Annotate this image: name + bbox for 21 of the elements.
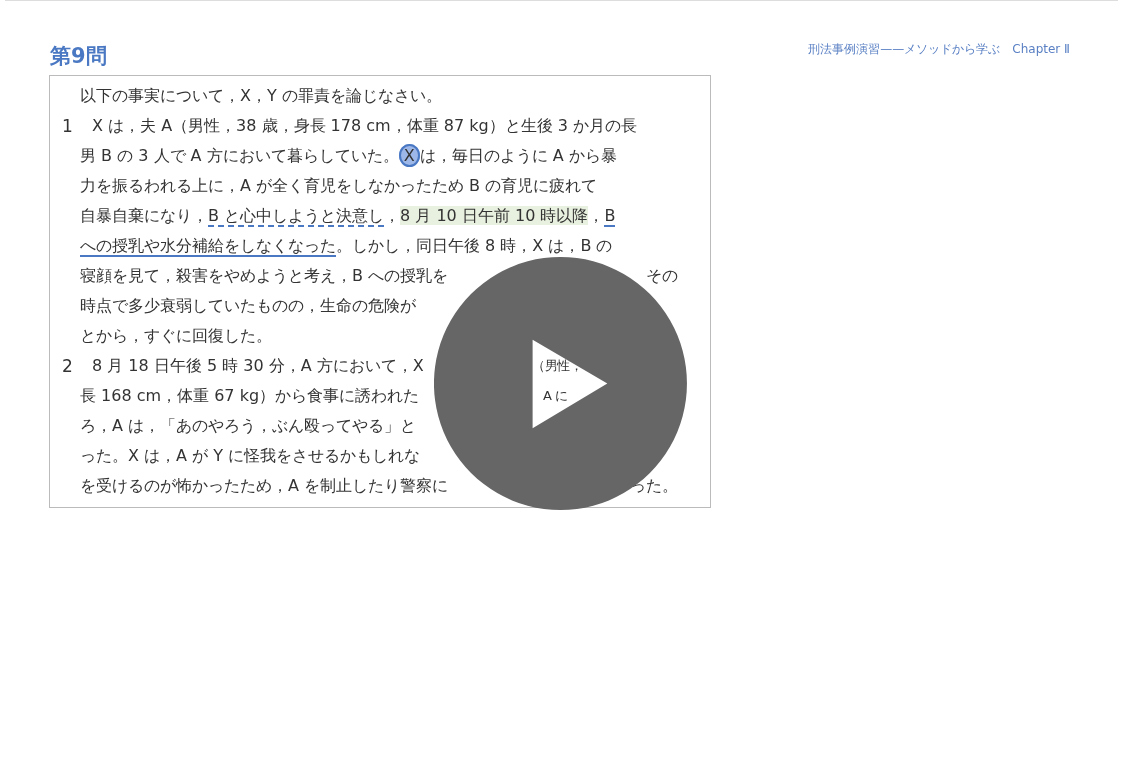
- text-line: 自暴自棄になり，B と心中しようと決意し，8 月 10 日午前 10 時以降，B: [80, 205, 616, 227]
- item-number: 2: [61, 356, 74, 376]
- text-line: 寝顔を見て，殺害をやめようと考え，B への授乳を: [80, 265, 449, 287]
- text-line: 時点で多少衰弱していたものの，生命の危険が: [80, 295, 416, 317]
- text-line: 力を振るわれる上に，A が全く育児をしなかったため B の育児に疲れて: [80, 175, 598, 197]
- text-fragment: （男性，: [532, 357, 582, 375]
- text-line: への授乳や水分補給をしなくなった。しかし，同日午後 8 時，X は，B の: [80, 235, 613, 257]
- text-line: った。X は，A が Y に怪我をさせるかもしれな: [80, 445, 421, 467]
- book-header: 刑法事例演習——メソッドから学ぶ Chapter Ⅱ: [808, 41, 1070, 58]
- item-number: 1: [61, 116, 74, 136]
- text-line: ろ，A は，「あのやろう，ぶん殴ってやる」と: [80, 415, 417, 437]
- text-line: を受けるのが怖かったため，A を制止したり警察に: [80, 475, 449, 497]
- text-fragment: A に: [543, 387, 568, 405]
- text-fragment: その: [646, 265, 678, 287]
- question-title: 第9問: [50, 43, 107, 70]
- text-line: とから，すぐに回復した。: [80, 325, 272, 347]
- text-line: X は，夫 A（男性，38 歳，身長 178 cm，体重 87 kg）と生後 3 か月の長: [91, 115, 637, 137]
- text-line: 以下の事実について，X，Y の罪責を論じなさい。: [80, 85, 442, 107]
- text-line: 男 B の 3 人で A 方において暮らしていた。 X は，毎日のように A から暴: [80, 145, 617, 167]
- text-line: 8 月 18 日午後 5 時 30 分，A 方において，X: [91, 355, 424, 377]
- text-line: 長 168 cm，体重 67 kg）から食事に誘われた: [80, 385, 420, 407]
